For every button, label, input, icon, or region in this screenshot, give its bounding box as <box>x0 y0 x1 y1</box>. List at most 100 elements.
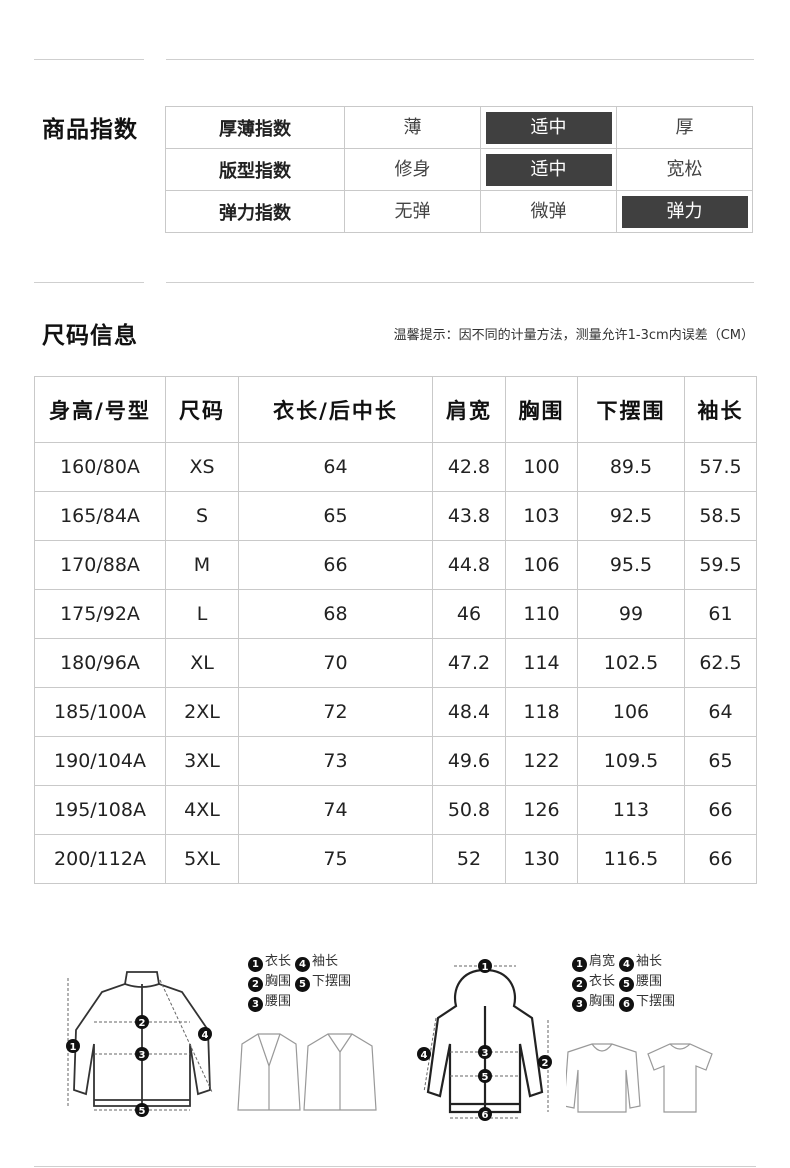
legend-item: 6 下摆围 <box>619 992 675 1012</box>
product-index-title: 商品指数 <box>42 117 138 143</box>
index-option-cell: 微弹 <box>480 190 617 233</box>
size-header-cell: 下摆围 <box>577 376 685 443</box>
size-cell: 3XL <box>165 736 239 786</box>
size-cell: 110 <box>505 589 578 639</box>
legend-number: 2 <box>572 977 587 992</box>
size-cell: 185/100A <box>34 687 166 737</box>
legend-number: 1 <box>572 957 587 972</box>
size-cell: 200/112A <box>34 834 166 884</box>
index-option-cell: 适中 <box>480 106 617 149</box>
measurement-note: 温馨提示：因不同的计量方法，测量允许1-3cm内误差（CM） <box>393 328 754 343</box>
size-cell: 58.5 <box>684 491 757 541</box>
size-cell: 50.8 <box>432 785 506 835</box>
table-row: 160/80A XS 64 42.8 100 89.5 57.5 <box>34 442 757 492</box>
size-cell: 49.6 <box>432 736 506 786</box>
size-cell: 75 <box>238 834 433 884</box>
svg-text:5: 5 <box>139 1106 146 1117</box>
index-option-cell: 无弹 <box>344 190 481 233</box>
index-option-selected: 适中 <box>485 153 612 186</box>
size-cell: 65 <box>684 736 757 786</box>
size-cell: 42.8 <box>432 442 506 492</box>
size-cell: 4XL <box>165 785 239 835</box>
size-cell: 102.5 <box>577 638 685 688</box>
legend-number: 4 <box>295 957 311 972</box>
jacket-measure-illustration: 1 2 3 4 5 <box>66 971 213 1117</box>
size-table: 身高/号型 尺码 衣长/后中长 肩宽 胸围 下摆围 袖长 160/80A XS 64 42.8 10… <box>34 376 757 884</box>
size-header-cell: 身高/号型 <box>34 376 166 443</box>
size-cell: 100 <box>505 442 578 492</box>
size-header-cell: 胸围 <box>505 376 578 443</box>
svg-text:4: 4 <box>421 1050 428 1061</box>
index-option-cell: 厚 <box>616 106 753 149</box>
index-option: 无弹 <box>394 200 431 222</box>
legend-item: 1 肩宽 <box>572 952 615 972</box>
table-row: 170/88A M 66 44.8 106 95.5 59.5 <box>34 540 757 590</box>
size-cell: 61 <box>684 589 757 639</box>
size-cell: 52 <box>432 834 506 884</box>
legend-label: 袖长 <box>636 954 663 969</box>
legend-label: 肩宽 <box>589 954 616 969</box>
size-cell: L <box>165 589 239 639</box>
size-cell: 65 <box>238 491 433 541</box>
size-cell: 74 <box>238 785 433 835</box>
size-cell: 73 <box>238 736 433 786</box>
legend-label: 胸围 <box>589 994 616 1009</box>
legend-number: 3 <box>248 997 263 1012</box>
size-cell: 190/104A <box>34 736 166 786</box>
size-cell: 48.4 <box>432 687 506 737</box>
size-cell: 180/96A <box>34 638 166 688</box>
size-cell: 68 <box>238 589 433 639</box>
size-cell: 5XL <box>165 834 239 884</box>
legend-item: 4 袖长 <box>295 952 338 972</box>
legend-label: 下摆围 <box>312 974 352 989</box>
divider-top-left <box>34 59 144 60</box>
suit-shirt-sketches <box>237 1033 377 1111</box>
index-option: 薄 <box>403 116 422 138</box>
size-cell: 113 <box>577 785 685 835</box>
size-cell: 70 <box>238 638 433 688</box>
svg-text:3: 3 <box>482 1048 489 1059</box>
legend-number: 6 <box>619 997 635 1012</box>
index-option-cell: 适中 <box>480 148 617 191</box>
size-cell: 175/92A <box>34 589 166 639</box>
index-row-label: 版型指数 <box>165 148 345 191</box>
svg-text:6: 6 <box>482 1110 489 1121</box>
index-option: 微弹 <box>530 200 567 222</box>
size-cell: 195/108A <box>34 785 166 835</box>
legend-label: 衣长 <box>589 974 616 989</box>
size-cell: 116.5 <box>577 834 685 884</box>
size-cell: 109.5 <box>577 736 685 786</box>
product-index-table: 厚薄指数薄适中厚版型指数 修身 适中 宽松 弹力指数 无弹 微弹 弹力 <box>165 106 753 233</box>
index-option-selected: 弹力 <box>621 195 748 228</box>
legend-item: 2 胸围 <box>248 972 291 992</box>
size-cell: 72 <box>238 687 433 737</box>
size-cell: 122 <box>505 736 578 786</box>
size-cell: 106 <box>505 540 578 590</box>
size-cell: 92.5 <box>577 491 685 541</box>
size-cell: 2XL <box>165 687 239 737</box>
size-cell: M <box>165 540 239 590</box>
table-row: 190/104A 3XL 73 49.6 122 109.5 65 <box>34 736 757 786</box>
size-cell: 89.5 <box>577 442 685 492</box>
table-row: 175/92A L 68 46 110 99 61 <box>34 589 757 639</box>
table-row: 165/84A S 65 43.8 103 92.5 58.5 <box>34 491 757 541</box>
legend-right: 1 肩宽 4 袖长 2 衣长 5 腰围 3 胸围 6 下摆围 <box>572 952 702 1012</box>
size-cell: 103 <box>505 491 578 541</box>
divider-top-right <box>166 59 754 60</box>
size-cell: 66 <box>238 540 433 590</box>
size-cell: 43.8 <box>432 491 506 541</box>
svg-text:2: 2 <box>542 1058 549 1069</box>
svg-text:3: 3 <box>139 1050 146 1061</box>
size-cell: 57.5 <box>684 442 757 492</box>
legend-item: 1 衣长 <box>248 952 291 972</box>
size-cell: 64 <box>238 442 433 492</box>
size-cell: XL <box>165 638 239 688</box>
legend-label: 衣长 <box>265 954 292 969</box>
table-row: 195/108A 4XL 74 50.8 126 113 66 <box>34 785 757 835</box>
svg-text:5: 5 <box>482 1072 489 1083</box>
legend-item: 4 袖长 <box>619 952 662 972</box>
size-cell: 170/88A <box>34 540 166 590</box>
legend-label: 腰围 <box>265 994 292 1009</box>
index-option: 修身 <box>394 158 431 180</box>
size-cell: 66 <box>684 834 757 884</box>
